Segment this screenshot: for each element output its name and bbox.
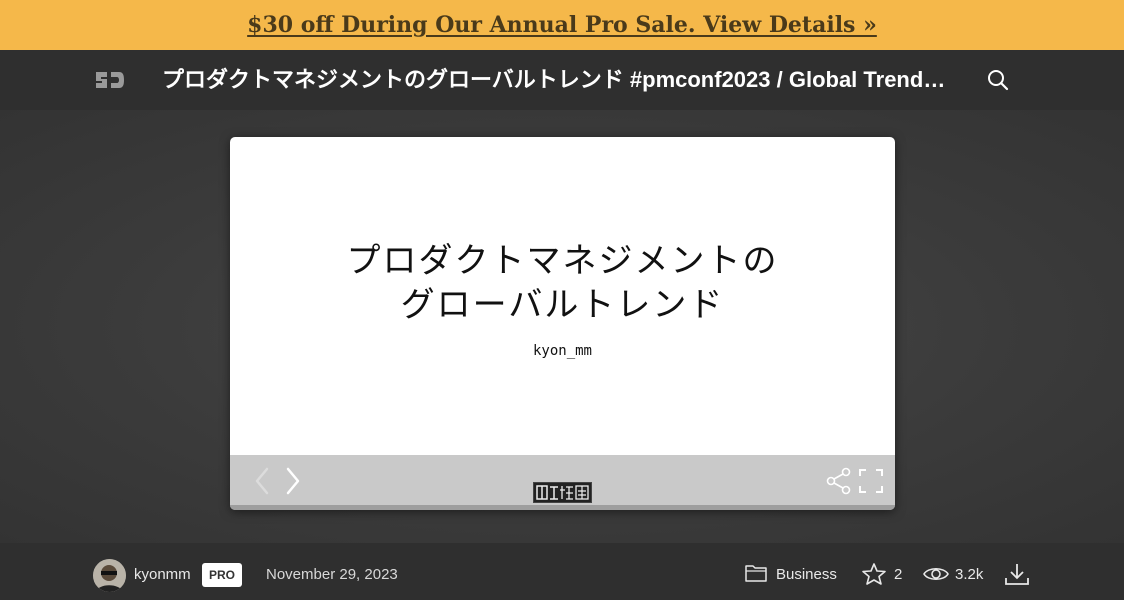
promo-link[interactable]: $30 off During Our Annual Pro Sale. View… bbox=[247, 12, 877, 38]
slide-title: プロダクトマネジメントの グローバルトレンド bbox=[230, 239, 895, 327]
slide-controls bbox=[230, 455, 895, 510]
category-link[interactable]: Business bbox=[776, 566, 837, 583]
view-count: 3.2k bbox=[955, 566, 984, 583]
promo-banner: $30 off During Our Annual Pro Sale. View… bbox=[0, 0, 1124, 50]
slide-viewer: プロダクトマネジメントの グローバルトレンド kyon_mm bbox=[230, 137, 895, 510]
deck-title: プロダクトマネジメントのグローバルトレンド #pmconf2023 / Glob… bbox=[162, 67, 952, 92]
slide-author: kyon_mm bbox=[532, 343, 592, 359]
folder-icon[interactable] bbox=[745, 564, 767, 587]
slide-title-line-1: プロダクトマネジメントの bbox=[346, 241, 779, 281]
brand-logo bbox=[533, 482, 592, 503]
username-link[interactable]: kyonmm bbox=[134, 566, 191, 583]
deck-meta-bar: kyonmm PRO November 29, 2023 Business 2 … bbox=[0, 543, 1124, 600]
chevron-right-icon[interactable] bbox=[285, 467, 301, 495]
slide-title-line-2: グローバルトレンド bbox=[400, 285, 725, 325]
publish-date: November 29, 2023 bbox=[266, 566, 398, 583]
star-count: 2 bbox=[894, 566, 903, 583]
download-icon[interactable] bbox=[1004, 562, 1030, 591]
avatar[interactable] bbox=[93, 559, 126, 592]
pro-badge: PRO bbox=[202, 563, 242, 587]
fullscreen-icon[interactable] bbox=[858, 468, 884, 494]
share-icon[interactable] bbox=[826, 467, 852, 495]
top-bar: プロダクトマネジメントのグローバルトレンド #pmconf2023 / Glob… bbox=[0, 50, 1124, 110]
eye-icon bbox=[923, 564, 949, 589]
star-icon[interactable] bbox=[861, 562, 887, 591]
slide-canvas[interactable]: プロダクトマネジメントの グローバルトレンド kyon_mm bbox=[230, 137, 895, 455]
chevron-left-icon[interactable] bbox=[254, 467, 270, 495]
search-icon[interactable] bbox=[986, 68, 1010, 92]
speakerdeck-logo-icon[interactable] bbox=[93, 68, 127, 92]
